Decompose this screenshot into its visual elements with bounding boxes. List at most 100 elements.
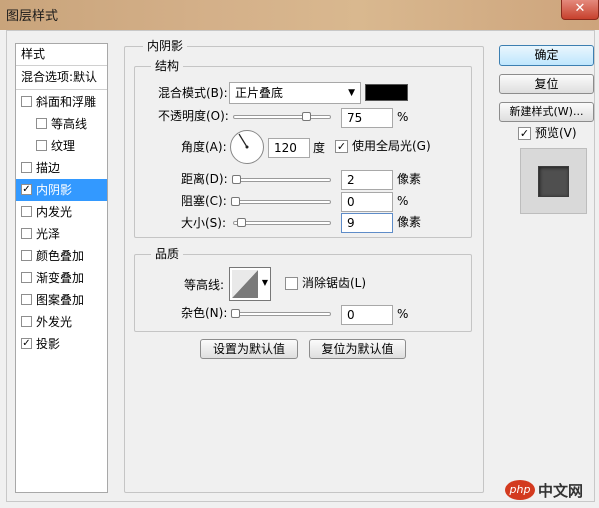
style-item-checkbox[interactable]: ✓ (21, 338, 32, 349)
use-global-light-checkbox[interactable]: ✓ (335, 140, 348, 153)
distance-slider[interactable] (232, 175, 331, 184)
style-item[interactable]: 斜面和浮雕 (16, 91, 107, 113)
style-item[interactable]: ✓ 内阴影 (16, 179, 107, 201)
anti-alias-label[interactable]: 消除锯齿(L) (302, 274, 366, 292)
opacity-slider[interactable] (233, 112, 331, 121)
noise-input[interactable]: 0 (341, 305, 393, 325)
opacity-label: 不透明度(O): (158, 109, 229, 123)
style-item-label: 图案叠加 (36, 293, 85, 307)
title-bar[interactable]: 图层样式 (0, 0, 599, 30)
opacity-input[interactable]: 75 (341, 108, 393, 128)
style-item-checkbox[interactable] (21, 294, 32, 305)
angle-unit: 度 (313, 141, 326, 155)
choke-slider-thumb[interactable] (231, 197, 240, 206)
style-item-label: 内发光 (36, 205, 73, 219)
style-preview (520, 148, 587, 214)
style-item-checkbox[interactable] (21, 316, 32, 327)
distance-label: 距离(D): (181, 172, 228, 186)
distance-input[interactable]: 2 (341, 170, 393, 190)
blend-mode-value: 正片叠底 (235, 86, 284, 100)
style-item-checkbox[interactable] (21, 228, 32, 239)
style-item-checkbox[interactable] (36, 140, 47, 151)
noise-percent: % (397, 307, 409, 321)
new-style-button[interactable]: 新建样式(W)... (499, 102, 594, 122)
preview-checkbox[interactable]: ✓ (518, 127, 531, 140)
use-global-light-label[interactable]: 使用全局光(G) (352, 137, 431, 155)
noise-label: 杂色(N): (181, 306, 228, 320)
contour-picker[interactable]: ▼ (229, 267, 271, 301)
size-input[interactable]: 9 (341, 213, 393, 233)
choke-slider[interactable] (231, 197, 331, 206)
style-item-label: 纹理 (51, 139, 76, 153)
blend-mode-label: 混合模式(B): (158, 86, 228, 100)
angle-input[interactable]: 120 (268, 138, 310, 158)
style-item[interactable]: 光泽 (16, 223, 107, 245)
style-item[interactable]: 纹理 (16, 135, 107, 157)
close-button[interactable]: ✕ (561, 0, 599, 20)
style-item-label: 内阴影 (36, 183, 73, 197)
chevron-down-icon: ▼ (348, 88, 355, 98)
inner-shadow-title: 内阴影 (143, 39, 188, 53)
shadow-color-swatch[interactable] (365, 84, 408, 101)
style-item-checkbox[interactable] (21, 272, 32, 283)
style-item-label: 颜色叠加 (36, 249, 85, 263)
contour-label: 等高线: (184, 278, 225, 292)
style-item[interactable]: 描边 (16, 157, 107, 179)
style-list: 样式 混合选项:默认 斜面和浮雕等高线纹理描边 ✓ 内阴影内发光光泽颜色叠加渐变叠加… (15, 43, 108, 493)
opacity-percent: % (397, 110, 409, 124)
window-title: 图层样式 (6, 9, 59, 24)
blend-mode-select[interactable]: 正片叠底 ▼ (229, 82, 361, 104)
style-preview-swatch (538, 166, 569, 197)
size-slider[interactable] (233, 218, 331, 227)
style-item-label: 投影 (36, 337, 61, 351)
style-list-header[interactable]: 样式 (16, 44, 107, 66)
angle-dial-needle (238, 133, 249, 149)
style-item-label: 外发光 (36, 315, 73, 329)
structure-title: 结构 (151, 59, 184, 73)
reset-button[interactable]: 复位 (499, 74, 594, 94)
make-default-button[interactable]: 设置为默认值 (200, 339, 298, 359)
style-item-label: 渐变叠加 (36, 271, 85, 285)
style-item-label: 等高线 (51, 117, 88, 131)
style-item-label: 描边 (36, 161, 61, 175)
style-item[interactable]: ✓ 投影 (16, 333, 107, 355)
style-item[interactable]: 外发光 (16, 311, 107, 333)
noise-slider[interactable] (231, 309, 331, 318)
size-unit: 像素 (397, 215, 422, 229)
ok-button[interactable]: 确定 (499, 45, 594, 66)
style-item[interactable]: 等高线 (16, 113, 107, 135)
style-item-checkbox[interactable] (21, 162, 32, 173)
style-item[interactable]: 渐变叠加 (16, 267, 107, 289)
preview-label[interactable]: 预览(V) (535, 124, 577, 142)
style-item[interactable]: 颜色叠加 (16, 245, 107, 267)
style-item-checkbox[interactable] (36, 118, 47, 129)
style-item-checkbox[interactable] (21, 96, 32, 107)
reset-default-button[interactable]: 复位为默认值 (309, 339, 406, 359)
watermark: php 中文网 (505, 478, 583, 502)
anti-alias-checkbox[interactable] (285, 277, 298, 290)
opacity-slider-thumb[interactable] (302, 112, 311, 121)
choke-input[interactable]: 0 (341, 192, 393, 212)
angle-dial[interactable] (230, 130, 264, 164)
style-item-checkbox[interactable] (21, 250, 32, 261)
distance-slider-thumb[interactable] (232, 175, 241, 184)
style-item-checkbox[interactable]: ✓ (21, 184, 32, 195)
php-logo: php (505, 480, 535, 500)
chevron-down-icon: ▼ (261, 278, 268, 287)
style-item-label: 光泽 (36, 227, 61, 241)
quality-title: 品质 (151, 247, 184, 261)
style-item-checkbox[interactable] (21, 206, 32, 217)
size-slider-thumb[interactable] (237, 218, 246, 227)
blend-options-item[interactable]: 混合选项:默认 (16, 66, 107, 90)
choke-percent: % (397, 194, 409, 208)
contour-preview-icon (232, 270, 258, 298)
watermark-text: 中文网 (538, 481, 584, 500)
angle-label: 角度(A): (181, 140, 227, 154)
style-item-label: 斜面和浮雕 (36, 95, 97, 109)
choke-label: 阻塞(C): (181, 194, 227, 208)
style-item[interactable]: 图案叠加 (16, 289, 107, 311)
noise-slider-thumb[interactable] (231, 309, 240, 318)
size-label: 大小(S): (181, 216, 227, 230)
distance-unit: 像素 (397, 172, 422, 186)
style-item[interactable]: 内发光 (16, 201, 107, 223)
